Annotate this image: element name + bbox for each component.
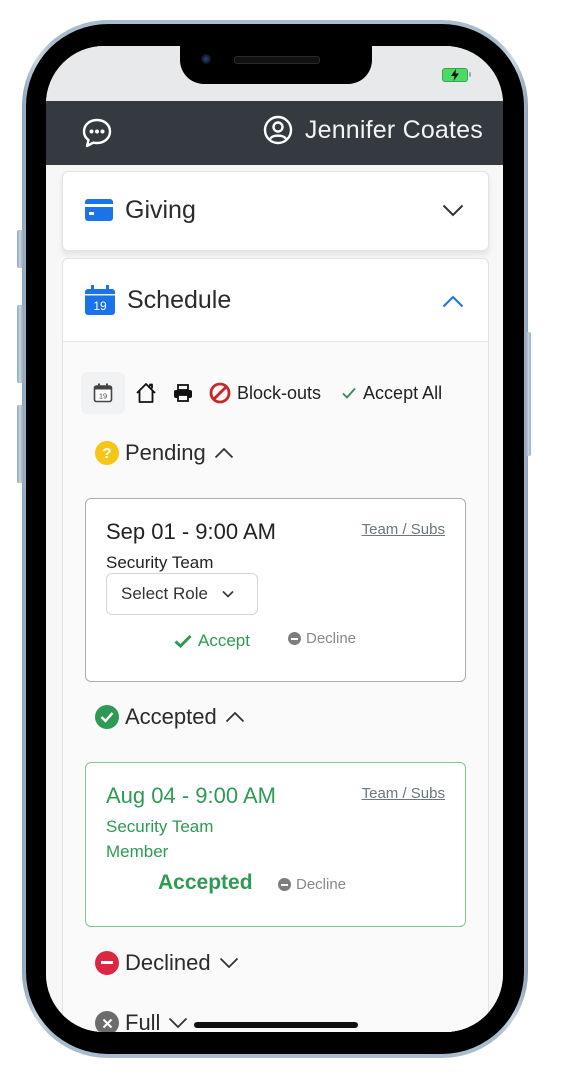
event-date: Sep 01 - 9:00 AM <box>106 519 276 544</box>
event-team: Security Team <box>106 553 214 572</box>
home-icon <box>136 383 156 403</box>
event-date: Aug 04 - 9:00 AM <box>106 783 276 808</box>
giving-panel: Giving <box>62 171 489 251</box>
chevron-down-icon <box>222 590 234 598</box>
check-circle-icon <box>95 705 119 729</box>
role-select-value: Select Role <box>121 584 208 603</box>
declined-label: Declined <box>125 950 211 975</box>
accept-label: Accept <box>198 631 250 650</box>
calendar-view-button[interactable]: 19 <box>81 372 125 414</box>
front-camera <box>201 54 211 64</box>
accepted-event-card: Aug 04 - 9:00 AM Team / Subs Security Te… <box>85 762 466 927</box>
app-header: Jennifer Coates <box>46 101 503 165</box>
accepted-status: Accepted <box>158 871 253 894</box>
giving-panel-header[interactable]: Giving <box>63 172 488 248</box>
pending-group-header[interactable]: ? Pending <box>95 440 234 466</box>
team-subs-link[interactable]: Team / Subs <box>362 521 445 538</box>
calendar-19-icon: 19 <box>85 285 115 315</box>
decline-label: Decline <box>296 876 347 893</box>
credit-card-icon <box>85 199 113 221</box>
phone-power-button <box>526 332 531 456</box>
full-label: Full <box>125 1010 161 1032</box>
schedule-panel: 19 Schedule 19 Block-outs Accept All ? P… <box>62 258 489 1032</box>
chevron-down-icon <box>169 1017 188 1029</box>
phone-screen: Jennifer Coates Giving 19 Schedule 19 Bl… <box>46 46 503 1032</box>
accept-all-label: Accept All <box>363 382 443 403</box>
declined-group-header[interactable]: Declined <box>95 950 239 976</box>
x-circle-icon <box>95 1011 119 1032</box>
chevron-down-icon <box>219 957 238 969</box>
speaker <box>234 56 320 64</box>
chat-bubble-dots-icon[interactable] <box>81 117 113 149</box>
phone-volume-up-button <box>17 305 23 383</box>
event-role: Member <box>106 842 169 861</box>
decline-label: Decline <box>306 630 357 647</box>
check-icon <box>174 634 192 648</box>
accept-all-button[interactable]: Accept All <box>341 383 442 404</box>
question-circle-icon: ? <box>95 441 119 465</box>
decline-button[interactable]: Decline <box>288 630 356 647</box>
schedule-body: 19 Block-outs Accept All ? Pending Sep 0… <box>63 342 488 1032</box>
minus-circle-icon <box>278 878 291 891</box>
team-subs-link[interactable]: Team / Subs <box>362 785 445 802</box>
ban-icon <box>209 382 231 404</box>
user-circle-icon <box>263 115 293 145</box>
battery-charging-icon <box>442 68 471 82</box>
user-menu[interactable]: Jennifer Coates <box>263 115 483 145</box>
accepted-group-header[interactable]: Accepted <box>95 704 245 730</box>
calendar-icon: 19 <box>93 383 113 403</box>
giving-title: Giving <box>125 195 196 224</box>
minus-circle-icon <box>95 951 119 975</box>
home-indicator[interactable] <box>194 1022 358 1028</box>
notch <box>180 46 372 84</box>
home-button[interactable] <box>135 382 157 404</box>
minus-circle-icon <box>288 632 301 645</box>
schedule-toolbar: 19 Block-outs Accept All <box>81 372 442 414</box>
print-button[interactable] <box>173 384 193 402</box>
pending-label: Pending <box>125 440 206 465</box>
blockouts-button[interactable]: Block-outs <box>209 382 321 404</box>
accepted-label: Accepted <box>125 704 217 729</box>
role-select[interactable]: Select Role <box>106 573 258 615</box>
chevron-up-icon <box>225 711 244 723</box>
blockouts-label: Block-outs <box>237 382 322 403</box>
chevron-up-icon <box>214 447 233 459</box>
event-team: Security Team <box>106 817 214 836</box>
decline-button[interactable]: Decline <box>278 876 346 893</box>
phone-action-button <box>17 230 23 268</box>
main-content: Giving 19 Schedule 19 Block-outs Accept … <box>46 165 503 1032</box>
svg-text:19: 19 <box>93 299 107 313</box>
accept-button[interactable]: Accept <box>174 631 250 651</box>
chevron-down-icon[interactable] <box>442 204 464 217</box>
schedule-title: Schedule <box>127 285 232 314</box>
svg-text:19: 19 <box>99 392 107 401</box>
full-group-header[interactable]: Full <box>95 1010 188 1032</box>
printer-icon <box>174 384 192 402</box>
check-icon <box>342 387 356 399</box>
phone-volume-down-button <box>17 405 23 483</box>
user-name: Jennifer Coates <box>304 115 483 144</box>
schedule-panel-header[interactable]: 19 Schedule <box>63 259 488 342</box>
pending-event-card: Sep 01 - 9:00 AM Team / Subs Security Te… <box>85 498 466 682</box>
chevron-up-icon[interactable] <box>442 295 464 308</box>
